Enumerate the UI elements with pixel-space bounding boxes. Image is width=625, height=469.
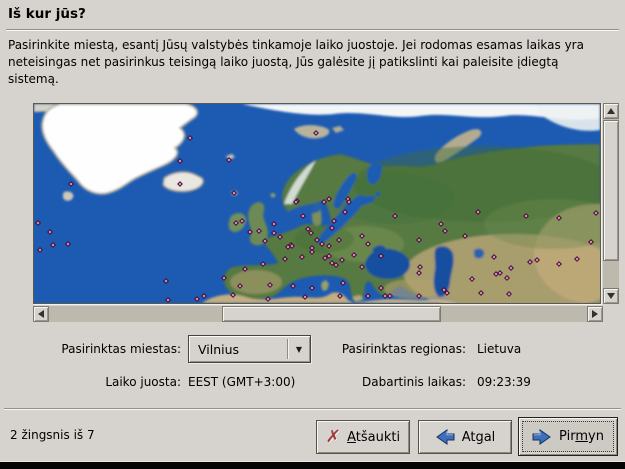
installer-window: Iš kur jūs? Pasirinkite miestą, esantį J…: [0, 0, 625, 469]
page-title: Iš kur jūs?: [8, 6, 86, 22]
back-label: Atgal: [462, 430, 496, 445]
back-arrow-icon: [435, 429, 455, 445]
scroll-left-button[interactable]: [33, 306, 49, 322]
chevron-down-icon: ▼: [288, 345, 310, 354]
current-time-value: 09:23:39: [477, 375, 531, 389]
region-label: Pasirinktas regionas:: [320, 342, 466, 356]
horizontal-scroll-thumb[interactable]: [222, 306, 441, 322]
timezone-value: EEST (GMT+3:00): [188, 375, 295, 389]
back-button[interactable]: Atgal: [418, 420, 512, 454]
up-arrow-icon: [607, 108, 615, 114]
city-dropdown-value: Vilnius: [189, 342, 287, 357]
forward-button-face[interactable]: Pirmyn: [522, 421, 614, 452]
screen-edge-bar: [0, 461, 625, 469]
current-time-label: Dabartinis laikas:: [320, 375, 466, 389]
scroll-down-button[interactable]: [603, 288, 619, 304]
intro-text: Pasirinkite miestą, esantį Jūsų valstybė…: [8, 37, 607, 88]
left-arrow-icon: [38, 310, 44, 318]
city-label: Pasirinktas miestas:: [0, 342, 181, 356]
timezone-label: Laiko juosta:: [0, 375, 181, 389]
cancel-x-icon: ✗: [325, 429, 341, 446]
scroll-right-button[interactable]: [587, 306, 603, 322]
vertical-scroll-thumb[interactable]: [603, 120, 619, 261]
timezone-map[interactable]: [33, 103, 601, 304]
footer-separator: [4, 408, 621, 410]
region-value: Lietuva: [477, 342, 521, 356]
cancel-button[interactable]: ✗ Atšaukti: [316, 420, 410, 454]
forward-label: Pirmyn: [559, 429, 604, 444]
world-map-svg[interactable]: [34, 104, 600, 303]
scroll-up-button[interactable]: [603, 103, 619, 119]
forward-arrow-icon: [532, 429, 552, 445]
map-vertical-scrollbar[interactable]: [603, 103, 619, 304]
map-horizontal-scrollbar[interactable]: [33, 306, 603, 322]
step-status: 2 žingsnis iš 7: [10, 428, 95, 442]
down-arrow-icon: [607, 293, 615, 299]
forward-button[interactable]: Pirmyn: [518, 417, 618, 456]
city-dropdown[interactable]: Vilnius ▼: [188, 335, 311, 363]
title-separator: [6, 29, 619, 31]
cancel-label: Atšaukti: [347, 430, 400, 445]
right-arrow-icon: [592, 310, 598, 318]
